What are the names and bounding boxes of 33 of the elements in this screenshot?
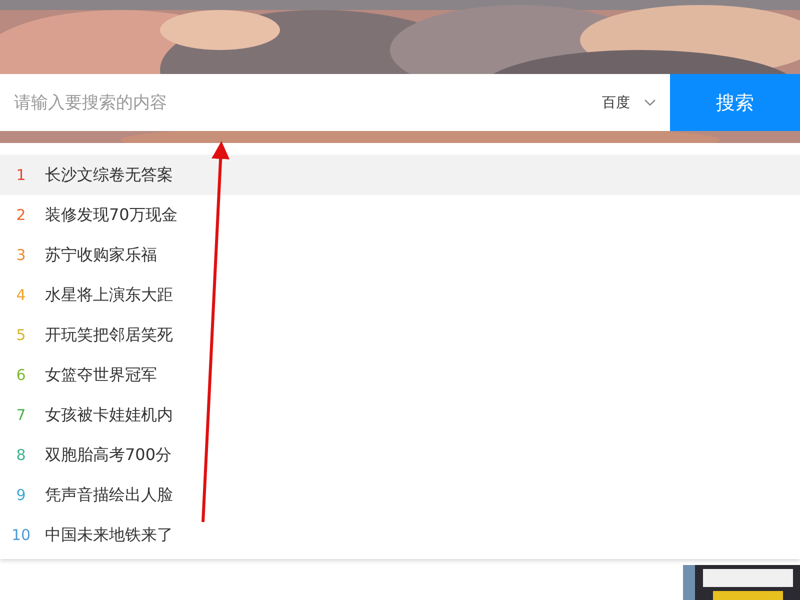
suggestion-text: 中国未来地铁来了 xyxy=(45,524,173,546)
suggestion-text: 女孩被卡娃娃机内 xyxy=(45,404,173,426)
suggestion-text: 苏宁收购家乐福 xyxy=(45,244,157,266)
rank-number: 4 xyxy=(15,286,27,304)
rank-number: 6 xyxy=(15,366,27,384)
suggestion-text: 装修发现70万现金 xyxy=(45,204,178,226)
suggestion-text: 双胞胎高考700分 xyxy=(45,444,172,466)
rank-number: 3 xyxy=(15,246,27,264)
rank-number: 7 xyxy=(15,406,27,424)
suggestion-item[interactable]: 10 中国未来地铁来了 xyxy=(0,515,800,555)
rank-number: 5 xyxy=(15,326,27,344)
suggestion-item[interactable]: 9 凭声音描绘出人脸 xyxy=(0,475,800,515)
engine-selector[interactable]: 百度 xyxy=(602,94,630,112)
suggestion-text: 女篮夺世界冠军 xyxy=(45,364,157,386)
rank-number: 8 xyxy=(15,446,27,464)
suggestion-item[interactable]: 5 开玩笑把邻居笑死 xyxy=(0,315,800,355)
chevron-down-icon[interactable] xyxy=(644,98,656,106)
search-field[interactable]: 请输入要搜索的内容 xyxy=(0,74,602,131)
suggestion-item[interactable]: 2 装修发现70万现金 xyxy=(0,195,800,235)
suggestion-text: 凭声音描绘出人脸 xyxy=(45,484,173,506)
suggestion-item[interactable]: 6 女篮夺世界冠军 xyxy=(0,355,800,395)
suggestion-item[interactable]: 4 水星将上演东大距 xyxy=(0,275,800,315)
suggestion-item[interactable]: 7 女孩被卡娃娃机内 xyxy=(0,395,800,435)
suggestion-text: 水星将上演东大距 xyxy=(45,284,173,306)
rank-number: 1 xyxy=(15,166,27,184)
suggestion-item[interactable]: 8 双胞胎高考700分 xyxy=(0,435,800,475)
rank-number: 10 xyxy=(10,526,32,544)
suggestion-text: 开玩笑把邻居笑死 xyxy=(45,324,173,346)
rank-number: 2 xyxy=(15,206,27,224)
suggestion-item[interactable]: 1 长沙文综卷无答案 xyxy=(0,155,800,195)
rank-number: 9 xyxy=(15,486,27,504)
suggestion-item[interactable]: 3 苏宁收购家乐福 xyxy=(0,235,800,275)
suggestion-text: 长沙文综卷无答案 xyxy=(45,164,173,186)
